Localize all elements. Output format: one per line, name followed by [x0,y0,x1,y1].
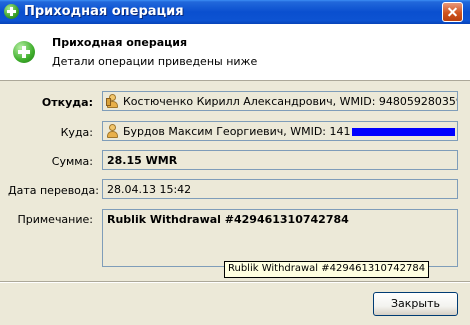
date-field[interactable]: 28.04.13 15:42 [102,179,458,199]
amount-label: Сумма: [51,155,93,168]
to-label: Куда: [60,126,93,139]
transaction-dialog: Приходная операция Приходная операция Де… [0,0,470,325]
title-bar[interactable]: Приходная операция [0,0,470,24]
dialog-header: Приходная операция Детали операции приве… [0,24,470,81]
wm-user-certificate-icon [106,94,119,108]
close-window-button[interactable] [442,2,463,22]
from-value: Костюченко Кирилл Александрович, WMID: 9… [123,95,458,108]
redaction-bar [352,128,455,136]
add-circle-icon [4,4,19,19]
note-tooltip: Rublik Withdrawal #429461310742784 [224,261,430,278]
close-button[interactable]: Закрыть [373,292,458,316]
date-value: 28.04.13 15:42 [107,183,192,196]
header-title: Приходная операция [52,36,188,49]
note-field[interactable]: Rublik Withdrawal #429461310742784 [102,209,458,267]
date-label: Дата перевода: [8,184,99,197]
to-field[interactable]: Бурдов Максим Георгиевич, WMID: 141 [102,121,458,141]
window-title: Приходная операция [24,4,184,19]
wm-user-icon [106,124,119,138]
footer-divider [0,281,470,283]
amount-field[interactable]: 28.15 WMR [102,150,458,170]
note-label: Примечание: [17,213,93,226]
to-value: Бурдов Максим Георгиевич, WMID: 141 [123,125,351,138]
note-value: Rublik Withdrawal #429461310742784 [107,213,349,226]
from-field[interactable]: Костюченко Кирилл Александрович, WMID: 9… [102,91,458,111]
add-circle-icon [13,41,35,63]
from-label: Откуда: [41,96,93,109]
header-subtitle: Детали операции приведены ниже [52,55,258,68]
amount-value: 28.15 WMR [107,154,178,167]
